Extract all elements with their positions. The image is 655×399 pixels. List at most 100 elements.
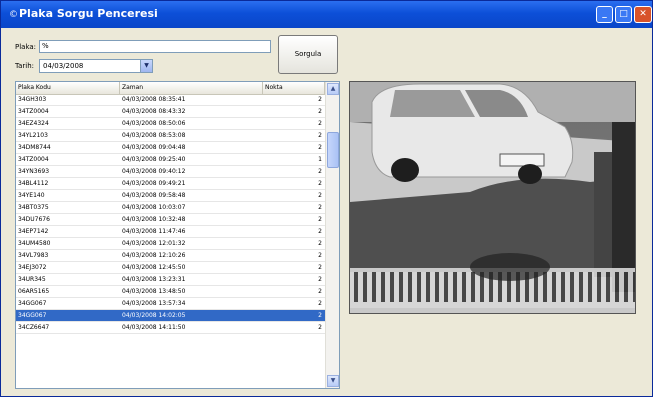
table-row[interactable]: 34EZ4324 04/03/2008 08:50:06 2 — [16, 118, 325, 130]
cell-nokta: 2 — [318, 324, 322, 331]
cell-zaman: 04/03/2008 09:04:48 — [122, 144, 186, 151]
chevron-down-icon[interactable]: ▼ — [140, 60, 152, 72]
results-table: Plaka Kodu Zaman Nokta 34GH303 04/03/2008… — [15, 81, 340, 389]
table-row[interactable]: 34UR345 04/03/2008 13:23:31 2 — [16, 274, 325, 286]
cell-plaka: 34BL4112 — [18, 180, 49, 187]
chevron-up-icon[interactable]: ▲ — [327, 83, 339, 95]
cell-nokta: 2 — [318, 300, 322, 307]
cell-nokta: 2 — [318, 120, 322, 127]
cell-plaka: 34VL7983 — [18, 252, 49, 259]
minimize-button[interactable]: _ — [596, 6, 613, 23]
cell-plaka: 34UM4580 — [18, 240, 51, 247]
cell-zaman: 04/03/2008 08:35:41 — [122, 96, 186, 103]
table-row[interactable]: 34YN3693 04/03/2008 09:40:12 2 — [16, 166, 325, 178]
cell-plaka: 34TZ0004 — [18, 156, 49, 163]
cell-plaka: 34BT0375 — [18, 204, 49, 211]
cell-plaka: 34GG067 — [18, 300, 47, 307]
cell-zaman: 04/03/2008 08:50:06 — [122, 120, 186, 127]
cell-nokta: 2 — [318, 144, 322, 151]
cell-plaka: 34CZ6647 — [18, 324, 50, 331]
table-row[interactable]: 34BL4112 04/03/2008 09:49:21 2 — [16, 178, 325, 190]
cell-plaka: 34YN3693 — [18, 168, 50, 175]
cell-zaman: 04/03/2008 14:11:50 — [122, 324, 186, 331]
cell-plaka: 34EZ4324 — [18, 120, 49, 127]
cell-zaman: 04/03/2008 12:01:32 — [122, 240, 186, 247]
cell-plaka: 34GG067 — [18, 312, 47, 319]
cell-plaka: 34GH303 — [18, 96, 47, 103]
table-row[interactable]: 34TZ0004 04/03/2008 08:43:32 2 — [16, 106, 325, 118]
camera-snapshot — [349, 81, 636, 314]
cell-zaman: 04/03/2008 10:03:07 — [122, 204, 186, 211]
window-title: Plaka Sorgu Penceresi — [19, 7, 158, 20]
cell-zaman: 04/03/2008 13:57:34 — [122, 300, 186, 307]
cell-plaka: 06AR5165 — [18, 288, 50, 295]
tarih-value: 04/03/2008 — [43, 62, 84, 70]
plaka-label: Plaka: — [15, 43, 37, 51]
maximize-button[interactable]: □ — [615, 6, 632, 23]
scrollbar-thumb[interactable] — [327, 132, 339, 168]
table-row[interactable]: 34CZ6647 04/03/2008 14:11:50 2 — [16, 322, 325, 334]
column-header-plaka[interactable]: Plaka Kodu — [16, 82, 120, 94]
cell-nokta: 2 — [318, 276, 322, 283]
vertical-scrollbar[interactable]: ▲ ▼ — [325, 82, 339, 388]
column-header-nokta[interactable]: Nokta — [263, 82, 325, 94]
table-row[interactable]: 34GH303 04/03/2008 08:35:41 2 — [16, 94, 325, 106]
cell-zaman: 04/03/2008 09:49:21 — [122, 180, 186, 187]
cell-nokta: 2 — [318, 168, 322, 175]
table-row[interactable]: 34GG067 04/03/2008 13:57:34 2 — [16, 298, 325, 310]
chevron-down-icon[interactable]: ▼ — [327, 375, 339, 387]
cell-nokta: 2 — [318, 312, 322, 319]
cell-nokta: 2 — [318, 252, 322, 259]
table-row[interactable]: 34EP7142 04/03/2008 11:47:46 2 — [16, 226, 325, 238]
cell-zaman: 04/03/2008 08:53:08 — [122, 132, 186, 139]
cell-plaka: 34EP7142 — [18, 228, 49, 235]
cell-zaman: 04/03/2008 14:02:05 — [122, 312, 186, 319]
table-row[interactable]: 34GG067 04/03/2008 14:02:05 2 — [16, 310, 325, 322]
cell-zaman: 04/03/2008 12:45:50 — [122, 264, 186, 271]
table-row[interactable]: 34BT0375 04/03/2008 10:03:07 2 — [16, 202, 325, 214]
table-row[interactable]: 34TZ0004 04/03/2008 09:25:40 1 — [16, 154, 325, 166]
cell-nokta: 1 — [318, 156, 322, 163]
column-header-zaman[interactable]: Zaman — [120, 82, 263, 94]
table-row[interactable]: 34YE140 04/03/2008 09:58:48 2 — [16, 190, 325, 202]
table-row[interactable]: 34EJ3072 04/03/2008 12:45:50 2 — [16, 262, 325, 274]
cell-nokta: 2 — [318, 228, 322, 235]
close-icon: ✕ — [639, 9, 647, 19]
table-row[interactable]: 06AR5165 04/03/2008 13:48:50 2 — [16, 286, 325, 298]
cell-nokta: 2 — [318, 288, 322, 295]
table-row[interactable]: 34VL7983 04/03/2008 12:10:26 2 — [16, 250, 325, 262]
cell-zaman: 04/03/2008 09:40:12 — [122, 168, 186, 175]
cell-zaman: 04/03/2008 08:43:32 — [122, 108, 186, 115]
close-button[interactable]: ✕ — [634, 6, 652, 23]
cell-nokta: 2 — [318, 96, 322, 103]
minimize-icon: _ — [602, 9, 607, 19]
table-row[interactable]: 34DM8744 04/03/2008 09:04:48 2 — [16, 142, 325, 154]
cell-nokta: 2 — [318, 264, 322, 271]
table-row[interactable]: 34UM4580 04/03/2008 12:01:32 2 — [16, 238, 325, 250]
cell-nokta: 2 — [318, 204, 322, 211]
cell-plaka: 34YL2103 — [18, 132, 48, 139]
tarih-date-picker[interactable]: 04/03/2008 ▼ — [39, 59, 153, 73]
cell-plaka: 34EJ3072 — [18, 264, 47, 271]
maximize-icon: □ — [619, 9, 628, 19]
cell-zaman: 04/03/2008 10:32:48 — [122, 216, 186, 223]
table-row[interactable]: 34DU7676 04/03/2008 10:32:48 2 — [16, 214, 325, 226]
title-bar[interactable]: © Plaka Sorgu Penceresi _ □ ✕ — [1, 1, 652, 28]
cell-plaka: 34TZ0004 — [18, 108, 49, 115]
plaka-input[interactable]: % — [39, 40, 271, 53]
cell-plaka: 34DU7676 — [18, 216, 50, 223]
cell-zaman: 04/03/2008 11:47:46 — [122, 228, 186, 235]
cell-nokta: 2 — [318, 192, 322, 199]
app-icon: © — [9, 10, 18, 20]
cell-plaka: 34DM8744 — [18, 144, 51, 151]
sorgula-button[interactable]: Sorgula — [278, 35, 338, 74]
table-row[interactable]: 34YL2103 04/03/2008 08:53:08 2 — [16, 130, 325, 142]
cell-zaman: 04/03/2008 09:58:48 — [122, 192, 186, 199]
cell-zaman: 04/03/2008 12:10:26 — [122, 252, 186, 259]
plaka-sorgu-window: © Plaka Sorgu Penceresi _ □ ✕ Plaka: % T… — [0, 0, 653, 397]
cell-zaman: 04/03/2008 13:48:50 — [122, 288, 186, 295]
cell-nokta: 2 — [318, 180, 322, 187]
cell-nokta: 2 — [318, 132, 322, 139]
cell-nokta: 2 — [318, 240, 322, 247]
cell-zaman: 04/03/2008 13:23:31 — [122, 276, 186, 283]
